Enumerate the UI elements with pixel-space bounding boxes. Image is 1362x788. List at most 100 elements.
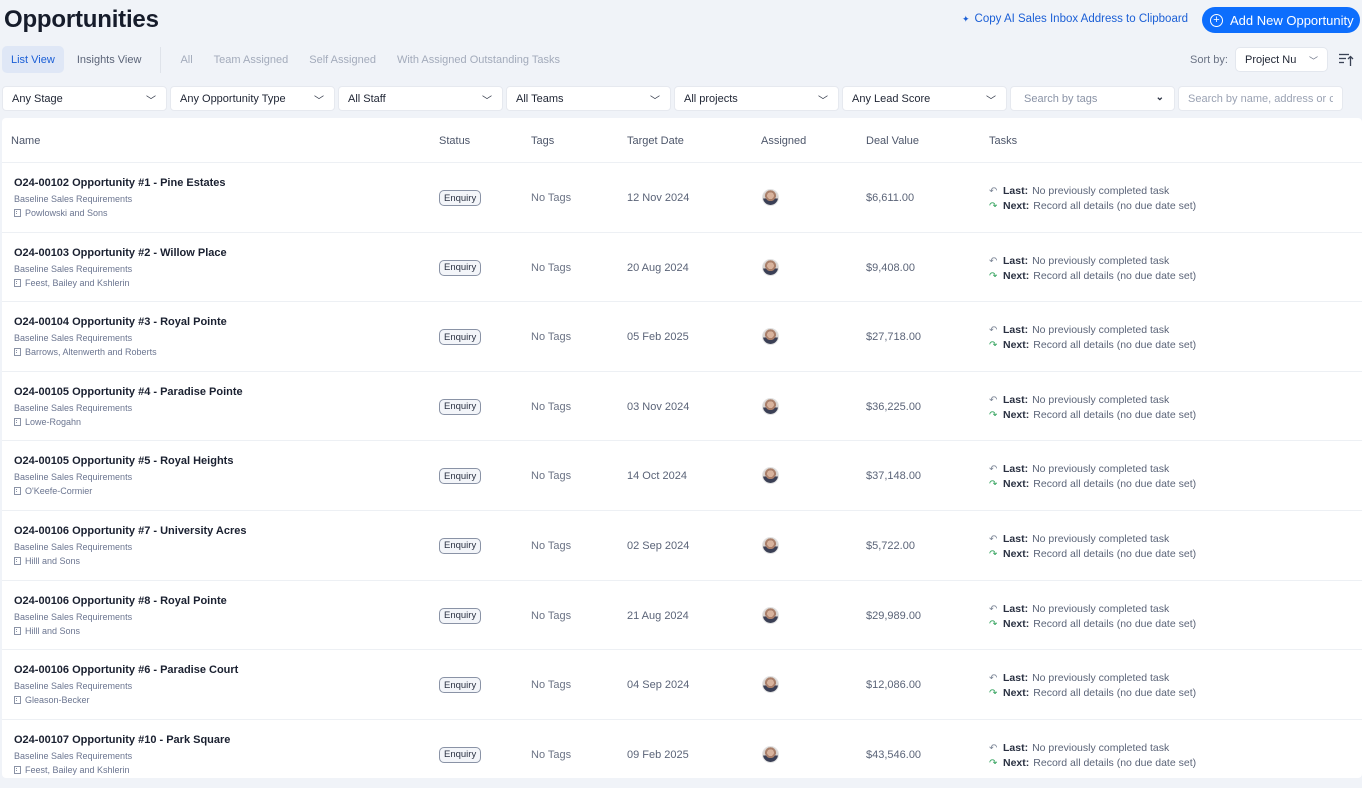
building-icon — [14, 348, 21, 357]
client-name: Feest, Bailey and Kshlerin — [25, 764, 130, 775]
status-badge: Enquiry — [439, 329, 482, 346]
stage-filter[interactable]: Any Stage ﹀ — [2, 86, 167, 111]
column-header-assigned[interactable]: Assigned — [761, 135, 806, 147]
chevron-down-icon: ﹀ — [818, 96, 828, 107]
opportunity-title[interactable]: O24-00102 Opportunity #1 - Pine Estates — [14, 177, 226, 189]
last-task-text: No previously completed task — [1032, 741, 1170, 754]
deal-value-cell: $36,225.00 — [866, 400, 922, 413]
chevron-down-icon: ﹀ — [650, 96, 660, 107]
next-task[interactable]: ↷ Next: Record all details (no due date … — [989, 547, 1196, 562]
opportunity-title[interactable]: O24-00106 Opportunity #6 - Paradise Cour… — [14, 664, 238, 676]
teams-filter[interactable]: All Teams ﹀ — [506, 86, 671, 111]
table-row[interactable]: O24-00105 Opportunity #4 - Paradise Poin… — [2, 372, 1362, 442]
tab-list-view[interactable]: List View — [2, 46, 64, 73]
table-row[interactable]: O24-00106 Opportunity #6 - Paradise Cour… — [2, 650, 1362, 720]
opportunity-name-cell: O24-00105 Opportunity #5 - Royal Heights… — [14, 455, 233, 496]
table-row[interactable]: O24-00103 Opportunity #2 - Willow Place … — [2, 233, 1362, 303]
assigned-avatar[interactable] — [762, 397, 779, 415]
opportunity-title[interactable]: O24-00106 Opportunity #7 - University Ac… — [14, 525, 247, 537]
status-badge: Enquiry — [439, 468, 482, 485]
building-icon — [14, 765, 21, 774]
opportunity-title[interactable]: O24-00106 Opportunity #8 - Royal Pointe — [14, 595, 227, 607]
table-row[interactable]: O24-00106 Opportunity #8 - Royal Pointe … — [2, 581, 1362, 651]
next-task[interactable]: ↷ Next: Record all details (no due date … — [989, 199, 1196, 214]
chevron-down-icon: ﹀ — [482, 96, 492, 107]
deal-value-cell: $43,546.00 — [866, 748, 922, 761]
column-header-status[interactable]: Status — [439, 135, 470, 147]
target-date-cell: 20 Aug 2024 — [627, 261, 689, 274]
column-header-name[interactable]: Name — [11, 135, 40, 147]
last-task-text: No previously completed task — [1032, 532, 1170, 545]
table-row[interactable]: O24-00102 Opportunity #1 - Pine Estates … — [2, 163, 1362, 233]
tasks-cell: ↶ Last: No previously completed task ↷ N… — [989, 671, 1196, 701]
tags-cell: No Tags — [531, 192, 572, 204]
table-row[interactable]: O24-00104 Opportunity #3 - Royal Pointe … — [2, 302, 1362, 372]
opportunity-client: Barrows, Altenwerth and Roberts — [14, 347, 227, 357]
client-name: Hilll and Sons — [25, 625, 81, 636]
deal-value-cell: $6,611.00 — [866, 192, 915, 204]
opportunity-title[interactable]: O24-00107 Opportunity #10 - Park Square — [14, 734, 230, 746]
staff-filter[interactable]: All Staff ﹀ — [338, 86, 503, 111]
tab-team-assigned[interactable]: Team Assigned — [205, 46, 298, 73]
last-task-text: No previously completed task — [1032, 672, 1170, 685]
last-task-label: Last: — [1003, 672, 1029, 685]
tags-cell: No Tags — [531, 400, 572, 413]
sort-direction-icon[interactable] — [1338, 51, 1354, 67]
assigned-avatar[interactable] — [762, 328, 779, 346]
copy-ai-inbox-link[interactable]: ✦ Copy AI Sales Inbox Address to Clipboa… — [962, 13, 1188, 25]
opportunity-title[interactable]: O24-00105 Opportunity #4 - Paradise Poin… — [14, 386, 243, 398]
opportunity-title[interactable]: O24-00104 Opportunity #3 - Royal Pointe — [14, 316, 227, 328]
last-task-text: No previously completed task — [1032, 324, 1170, 337]
table-row[interactable]: O24-00107 Opportunity #10 - Park Square … — [2, 720, 1362, 778]
target-date-cell: 03 Nov 2024 — [627, 400, 690, 413]
chevron-down-icon: ﹀ — [146, 96, 156, 107]
sort-by-select[interactable]: Project Nu ﹀ — [1235, 47, 1328, 72]
tags-search-placeholder: Search by tags — [1024, 92, 1098, 105]
column-header-tasks[interactable]: Tasks — [989, 135, 1017, 147]
opportunity-type: Baseline Sales Requirements — [14, 750, 133, 761]
chevron-down-icon: ﹀ — [986, 96, 996, 107]
tab-insights-view[interactable]: Insights View — [68, 46, 151, 73]
undo-icon: ↶ — [989, 533, 998, 545]
tab-self-assigned[interactable]: Self Assigned — [300, 46, 385, 73]
opportunity-title[interactable]: O24-00103 Opportunity #2 - Willow Place — [14, 247, 227, 259]
assigned-avatar[interactable] — [762, 258, 779, 276]
lead-score-filter[interactable]: Any Lead Score ﹀ — [842, 86, 1007, 111]
opportunity-title[interactable]: O24-00105 Opportunity #5 - Royal Heights — [14, 455, 233, 467]
tasks-cell: ↶ Last: No previously completed task ↷ N… — [989, 254, 1196, 284]
opportunity-name-cell: O24-00103 Opportunity #2 - Willow Place … — [14, 247, 227, 288]
add-new-opportunity-button[interactable]: + Add New Opportunity — [1202, 7, 1360, 33]
target-date-cell: 09 Feb 2025 — [627, 748, 689, 761]
next-task[interactable]: ↷ Next: Record all details (no due date … — [989, 408, 1196, 423]
search-input[interactable] — [1178, 86, 1343, 111]
table-row[interactable]: O24-00106 Opportunity #7 - University Ac… — [2, 511, 1362, 581]
tags-search-select[interactable]: Search by tags ⌄ — [1010, 86, 1175, 111]
opportunity-name-cell: O24-00106 Opportunity #7 - University Ac… — [14, 525, 247, 566]
next-task[interactable]: ↷ Next: Record all details (no due date … — [989, 338, 1196, 353]
next-task-text: Record all details (no due date set) — [1033, 756, 1197, 769]
column-header-tags[interactable]: Tags — [531, 135, 554, 147]
column-header-deal-value[interactable]: Deal Value — [866, 135, 919, 147]
assigned-avatar[interactable] — [762, 745, 779, 763]
building-icon — [14, 487, 21, 496]
assigned-avatar[interactable] — [762, 467, 779, 485]
next-task[interactable]: ↷ Next: Record all details (no due date … — [989, 686, 1196, 701]
assigned-avatar[interactable] — [762, 189, 779, 206]
next-task[interactable]: ↷ Next: Record all details (no due date … — [989, 477, 1196, 492]
status-badge: Enquiry — [439, 259, 482, 276]
tab-with-outstanding-tasks[interactable]: With Assigned Outstanding Tasks — [388, 46, 569, 73]
next-task[interactable]: ↷ Next: Record all details (no due date … — [989, 756, 1196, 771]
projects-filter-value: All projects — [684, 92, 738, 105]
next-task[interactable]: ↷ Next: Record all details (no due date … — [989, 617, 1196, 632]
assigned-avatar[interactable] — [762, 676, 779, 694]
projects-filter[interactable]: All projects ﹀ — [674, 86, 839, 111]
next-task[interactable]: ↷ Next: Record all details (no due date … — [989, 269, 1196, 284]
undo-icon: ↶ — [989, 186, 998, 197]
column-header-target-date[interactable]: Target Date — [627, 135, 684, 147]
opportunity-type-filter[interactable]: Any Opportunity Type ﹀ — [170, 86, 335, 111]
assigned-avatar[interactable] — [762, 536, 779, 554]
tab-all[interactable]: All — [171, 46, 201, 73]
undo-icon: ↶ — [989, 464, 998, 476]
table-row[interactable]: O24-00105 Opportunity #5 - Royal Heights… — [2, 441, 1362, 511]
assigned-avatar[interactable] — [762, 606, 779, 624]
